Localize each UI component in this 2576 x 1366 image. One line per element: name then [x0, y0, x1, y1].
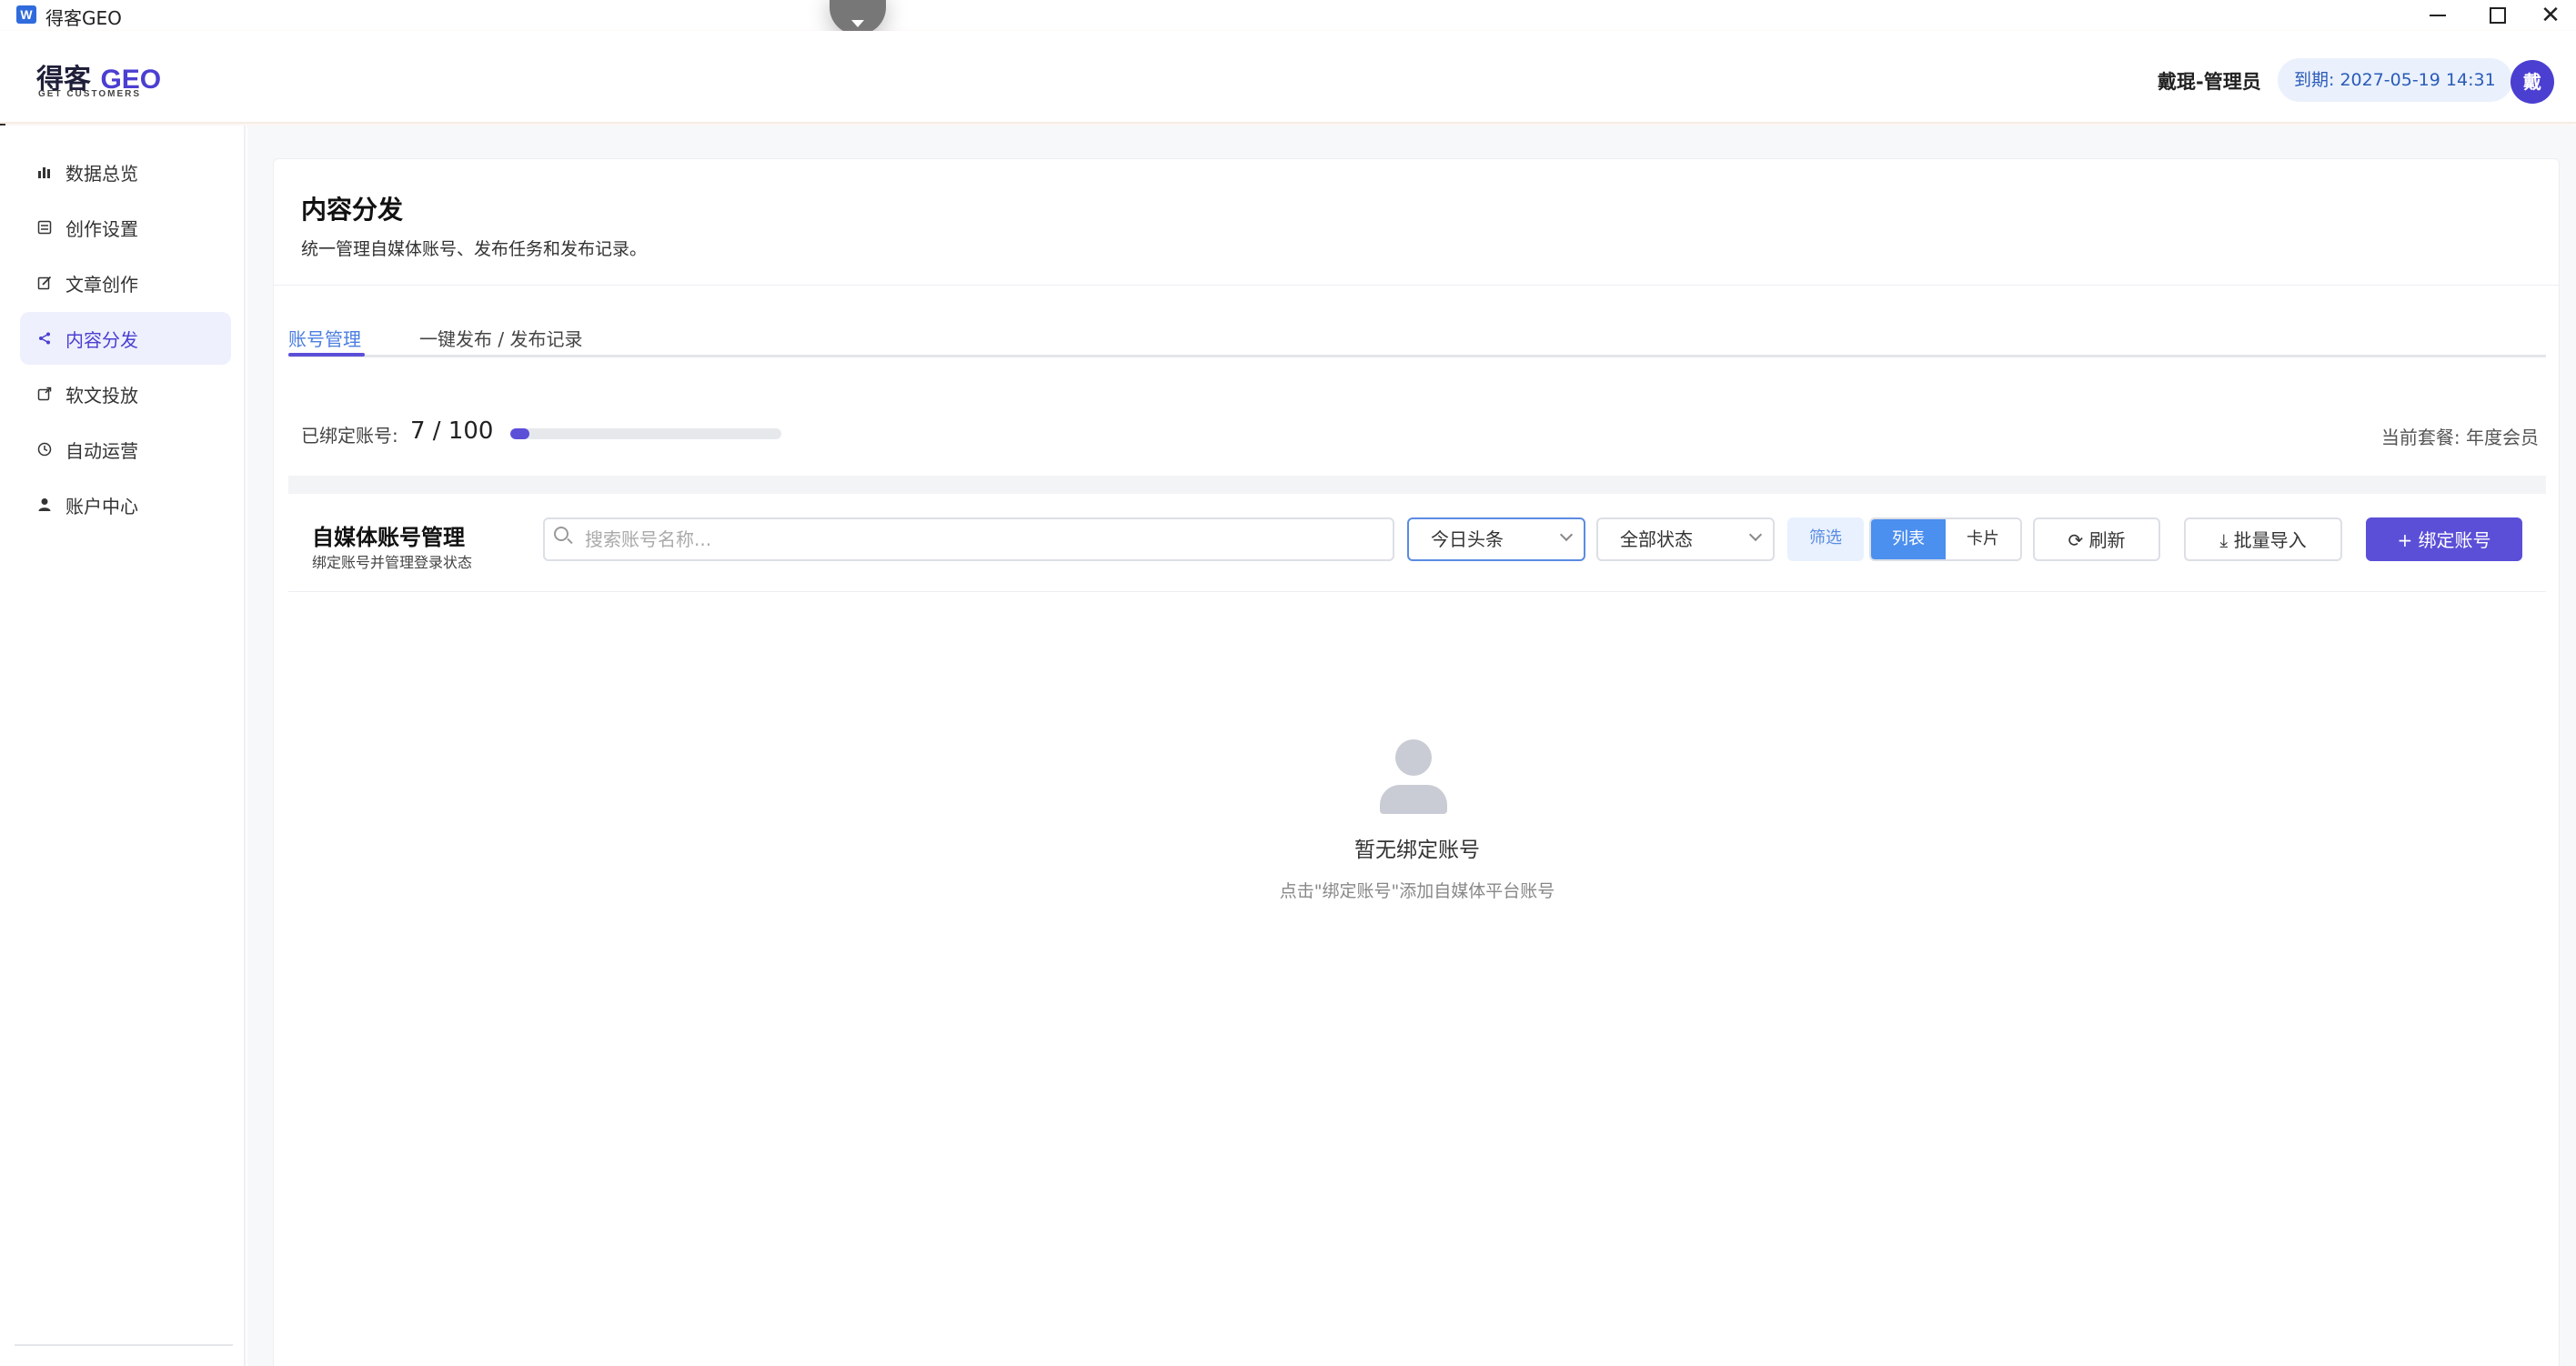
minimize-button[interactable]: [2412, 0, 2463, 31]
sidebar: 数据总览 创作设置 文章创作 内容分发 软文投放 自动运营 账户中心: [0, 126, 246, 1366]
bound-count: 7 / 100: [410, 417, 494, 445]
maximize-icon: [2490, 7, 2506, 24]
page-description: 统一管理自媒体账号、发布任务和发布记录。: [301, 239, 648, 259]
sidebar-item-dashboard[interactable]: 数据总览: [20, 146, 231, 198]
toolbar-subheading: 绑定账号并管理登录状态: [312, 554, 473, 571]
sidebar-item-content-distribution[interactable]: 内容分发: [20, 312, 231, 365]
sidebar-nav: 数据总览 创作设置 文章创作 内容分发 软文投放 自动运营 账户中心: [20, 146, 231, 534]
bar-chart-icon: [36, 164, 53, 180]
sidebar-item-soft-article[interactable]: 软文投放: [20, 367, 231, 420]
view-toggle: 列表 卡片: [1869, 517, 2022, 561]
status-select[interactable]: 全部状态: [1596, 517, 1775, 561]
minimize-icon: [2430, 15, 2446, 16]
refresh-icon: ⟳: [2068, 529, 2089, 551]
section-separator: [288, 476, 2546, 494]
sidebar-item-label: 自动运营: [65, 439, 138, 462]
progress-fill: [510, 428, 529, 439]
tab-active-indicator: [288, 353, 365, 357]
import-label: 批量导入: [2233, 529, 2307, 551]
sidebar-divider: [15, 1344, 233, 1346]
platform-select[interactable]: 今日头条: [1407, 517, 1585, 561]
external-link-icon: [36, 386, 53, 402]
share-icon: [36, 330, 53, 347]
sidebar-item-label: 软文投放: [65, 384, 138, 407]
search-field[interactable]: [543, 517, 1394, 561]
refresh-button[interactable]: ⟳ 刷新: [2033, 517, 2160, 561]
window-title: 得客GEO: [45, 7, 122, 29]
tab-bar: 账号管理 一键发布 / 发布记录: [288, 317, 2546, 357]
platform-select-value: 今日头条: [1431, 528, 1504, 550]
dropdown-handle-icon[interactable]: [830, 0, 886, 35]
sidebar-item-auto-operation[interactable]: 自动运营: [20, 423, 231, 476]
user-name: 戴琨-管理员: [2158, 71, 2261, 93]
chevron-down-icon: [1559, 527, 1574, 542]
view-card-button[interactable]: 卡片: [1946, 519, 2020, 559]
sidebar-item-label: 账户中心: [65, 495, 138, 517]
search-icon: [554, 527, 569, 541]
toolbar-heading: 自媒体账号管理: [312, 525, 465, 550]
sidebar-item-label: 创作设置: [65, 217, 138, 240]
empty-user-icon: [1380, 739, 1447, 814]
settings-doc-icon: [36, 219, 53, 236]
close-icon: ✕: [2541, 2, 2561, 29]
batch-import-button[interactable]: ⤓ 批量导入: [2184, 517, 2342, 561]
empty-hint: 点击"绑定账号"添加自媒体平台账号: [1279, 881, 1555, 901]
account-toolbar: 自媒体账号管理 绑定账号并管理登录状态 今日头条 全部状态 筛选 列表 卡片 ⟳…: [288, 494, 2546, 592]
empty-title: 暂无绑定账号: [1354, 839, 1480, 862]
download-icon: ⤓: [2219, 529, 2234, 551]
page-title: 内容分发: [301, 195, 404, 225]
window-titlebar[interactable]: W 得客GEO ✕: [0, 0, 2576, 35]
expire-badge: 到期: 2027-05-19 14:31: [2278, 58, 2512, 102]
content-card: 内容分发 统一管理自媒体账号、发布任务和发布记录。 账号管理 一键发布 / 发布…: [273, 158, 2560, 1366]
app-icon: W: [16, 5, 36, 24]
bound-label: 已绑定账号:: [301, 425, 398, 447]
refresh-label: 刷新: [2088, 529, 2126, 551]
bound-accounts-row: 已绑定账号: 7 / 100 当前套餐: 年度会员: [301, 417, 2539, 448]
close-button[interactable]: ✕: [2525, 0, 2576, 31]
user-icon: [36, 497, 53, 513]
sidebar-item-label: 文章创作: [65, 273, 138, 296]
bind-account-button[interactable]: + 绑定账号: [2366, 517, 2522, 561]
maximize-button[interactable]: [2472, 0, 2523, 31]
status-select-value: 全部状态: [1620, 528, 1693, 550]
sidebar-item-label: 数据总览: [65, 162, 138, 185]
sidebar-item-account-center[interactable]: 账户中心: [20, 478, 231, 531]
sidebar-item-label: 内容分发: [65, 328, 138, 351]
avatar[interactable]: 戴: [2511, 60, 2554, 104]
plan-text: 当前套餐: 年度会员: [2380, 427, 2539, 448]
search-input[interactable]: [585, 519, 1385, 559]
bound-progress-bar: [510, 428, 781, 439]
app-header: 得客 GEO GET CUSTOMERS 戴琨-管理员 到期: 2027-05-…: [0, 31, 2576, 124]
tab-publish-records[interactable]: 一键发布 / 发布记录: [419, 325, 582, 362]
filter-button[interactable]: 筛选: [1787, 517, 1864, 561]
sidebar-item-creation-settings[interactable]: 创作设置: [20, 201, 231, 254]
divider: [274, 285, 2559, 286]
edit-icon: [36, 275, 53, 291]
sidebar-item-article-creation[interactable]: 文章创作: [20, 256, 231, 309]
logo-tagline: GET CUSTOMERS: [38, 89, 142, 99]
chevron-down-icon: [1748, 527, 1763, 542]
view-list-button[interactable]: 列表: [1871, 519, 1946, 559]
clock-icon: [36, 441, 53, 457]
